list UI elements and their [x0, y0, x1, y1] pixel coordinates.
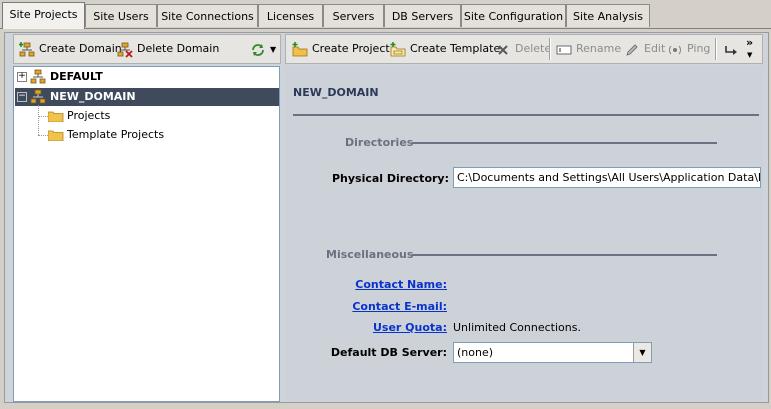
tab-site-configuration[interactable]: Site Configuration: [461, 4, 566, 27]
chevron-down-icon[interactable]: ▼: [270, 45, 276, 54]
domain-toolbar: Create Domain Delete Domain ▼: [13, 34, 281, 64]
create-domain-icon: [19, 41, 35, 57]
edit-button[interactable]: Edit: [624, 35, 665, 63]
pencil-icon: [624, 41, 640, 57]
directories-section-title: Directories: [345, 136, 414, 149]
delete-domain-button[interactable]: Delete Domain: [117, 35, 219, 63]
contact-email-link[interactable]: Contact E-mail:: [285, 300, 447, 313]
create-template-label: Create Template: [410, 42, 501, 55]
ping-label: Ping: [687, 42, 711, 55]
refresh-button[interactable]: ▼: [250, 35, 276, 63]
section-divider: [412, 254, 717, 256]
create-project-button[interactable]: Create Project: [292, 35, 390, 63]
delete-button[interactable]: Delete: [495, 35, 551, 63]
default-db-server-select[interactable]: (none) ▼: [453, 342, 652, 363]
default-db-server-label: Default DB Server:: [330, 346, 447, 359]
contact-name-link[interactable]: Contact Name:: [285, 278, 447, 291]
tree-item-default[interactable]: DEFAULT: [50, 68, 103, 86]
edit-label: Edit: [644, 42, 666, 55]
toolbar-separator: [715, 38, 717, 60]
tree-item-projects[interactable]: Projects: [67, 107, 110, 125]
expand-icon[interactable]: +: [17, 72, 27, 82]
user-quota-link[interactable]: User Quota:: [285, 321, 447, 334]
rename-button[interactable]: Rename: [556, 35, 621, 63]
folder-icon: [47, 110, 64, 123]
folder-icon: [47, 129, 64, 142]
create-domain-label: Create Domain: [39, 42, 122, 55]
rename-label: Rename: [576, 42, 622, 55]
tab-site-connections[interactable]: Site Connections: [157, 4, 258, 27]
tab-servers[interactable]: Servers: [323, 4, 384, 27]
create-project-icon: [292, 41, 308, 57]
ping-button[interactable]: Ping: [667, 35, 710, 63]
create-template-icon: [390, 41, 406, 57]
tab-site-analysis[interactable]: Site Analysis: [566, 4, 650, 27]
tab-licenses[interactable]: Licenses: [258, 4, 323, 27]
domain-title: NEW_DOMAIN: [293, 86, 379, 99]
tree-item-template-projects[interactable]: Template Projects: [67, 126, 164, 144]
physical-directory-label: Physical Directory:: [331, 172, 449, 185]
misc-section-title: Miscellaneous: [326, 248, 414, 261]
chevron-down-icon[interactable]: ▼: [633, 343, 651, 362]
default-db-server-value: (none): [457, 346, 494, 359]
domain-tree[interactable]: + DEFAULT − NEW_DOMAIN Projects Template…: [13, 66, 280, 402]
collapse-icon[interactable]: −: [17, 92, 27, 102]
user-quota-value: Unlimited Connections.: [453, 321, 581, 334]
domain-icon: [30, 89, 46, 105]
domain-icon: [30, 69, 46, 85]
chevron-down-icon[interactable]: ▼: [747, 51, 752, 59]
title-divider: [293, 114, 759, 116]
tree-item-new-domain[interactable]: NEW_DOMAIN: [50, 88, 136, 106]
section-divider: [412, 142, 717, 144]
arrow-right-icon: [723, 41, 739, 57]
refresh-icon: [250, 41, 266, 57]
tab-bar: Site Projects Site Users Site Connection…: [0, 0, 771, 29]
delete-icon: [495, 41, 511, 57]
ping-icon: [667, 41, 683, 57]
tab-site-projects[interactable]: Site Projects: [2, 2, 85, 29]
tab-db-servers[interactable]: DB Servers: [384, 4, 461, 27]
tree-connector: [38, 116, 48, 117]
physical-directory-field[interactable]: C:\Documents and Settings\All Users\Appl…: [453, 167, 761, 188]
domain-details-panel: NEW_DOMAIN Directories Physical Director…: [285, 66, 763, 402]
tab-site-users[interactable]: Site Users: [85, 4, 157, 27]
rename-icon: [556, 41, 572, 57]
overflow-icon: »: [746, 36, 754, 49]
create-template-button[interactable]: Create Template: [390, 35, 500, 63]
toolbar-separator: [549, 38, 551, 60]
forward-button[interactable]: [723, 35, 743, 63]
tree-connector: [38, 135, 48, 136]
project-toolbar: Create Project Create Template Delete Re…: [285, 34, 763, 64]
delete-domain-icon: [117, 41, 133, 58]
tree-connector: [38, 105, 39, 135]
create-domain-button[interactable]: Create Domain: [19, 35, 122, 63]
create-project-label: Create Project: [312, 42, 390, 55]
delete-domain-label: Delete Domain: [137, 42, 220, 55]
delete-label: Delete: [515, 42, 552, 55]
